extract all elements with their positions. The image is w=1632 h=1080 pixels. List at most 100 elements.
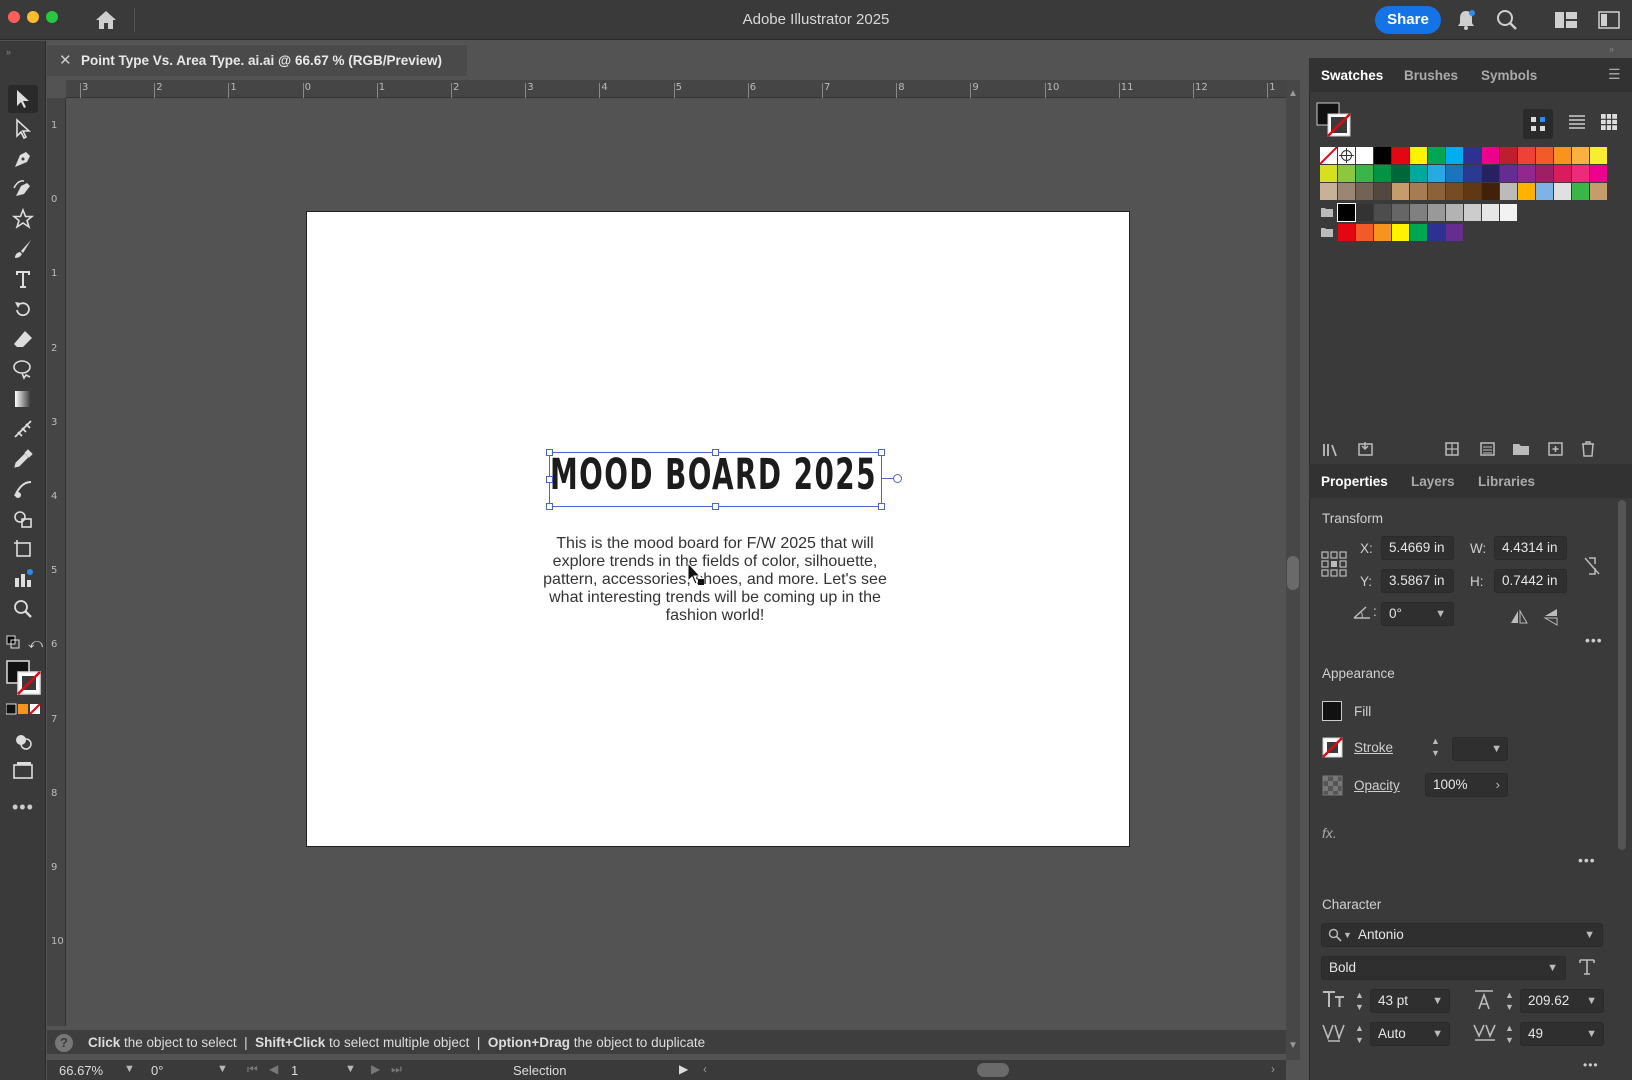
- prev-artboard-icon[interactable]: ◀: [269, 1062, 278, 1076]
- scroll-right-icon[interactable]: ›: [1271, 1062, 1275, 1076]
- swatch-kinds-icon[interactable]: [1523, 109, 1553, 139]
- eraser-tool-icon[interactable]: [8, 325, 38, 353]
- swatch-folder-icon[interactable]: [1320, 226, 1334, 241]
- point-type-handle[interactable]: [893, 474, 902, 483]
- resize-handle[interactable]: [878, 503, 885, 510]
- leading-field[interactable]: 209.62 ▼: [1520, 989, 1604, 1013]
- color-swatch[interactable]: [1446, 165, 1463, 182]
- tracking-field[interactable]: 49 ▼: [1520, 1022, 1604, 1046]
- flip-horizontal-icon[interactable]: [1510, 609, 1528, 628]
- pen-tool-icon[interactable]: [8, 145, 38, 173]
- selection-tool-icon[interactable]: [8, 85, 38, 113]
- color-swatch[interactable]: [1320, 165, 1337, 182]
- font-style-field[interactable]: Bold ▼: [1321, 956, 1566, 980]
- gradient-tool-icon[interactable]: [8, 385, 38, 413]
- color-swatch[interactable]: [1337, 203, 1356, 222]
- more-options-icon[interactable]: •••: [1585, 632, 1603, 648]
- resize-handle[interactable]: [546, 503, 553, 510]
- font-size-stepper[interactable]: ▲ ▼: [1355, 989, 1364, 1013]
- new-color-group-folder-icon[interactable]: [1512, 441, 1530, 460]
- body-text[interactable]: This is the mood board for F/W 2025 that…: [534, 535, 896, 625]
- height-field[interactable]: 0.7442 in: [1494, 569, 1567, 593]
- color-swatch[interactable]: [1482, 183, 1499, 200]
- reference-point-icon[interactable]: [1321, 551, 1347, 580]
- color-swatch[interactable]: [1482, 204, 1499, 221]
- type-tool-icon[interactable]: [8, 265, 38, 293]
- curvature-tool-icon[interactable]: [8, 175, 38, 203]
- color-swatch[interactable]: [1446, 204, 1463, 221]
- search-icon[interactable]: [1496, 9, 1518, 34]
- color-mode-icons[interactable]: [5, 703, 42, 718]
- color-swatch[interactable]: [1428, 204, 1445, 221]
- kerning-stepper[interactable]: ▲ ▼: [1355, 1022, 1364, 1046]
- color-swatch[interactable]: [1338, 165, 1355, 182]
- color-swatch[interactable]: [1356, 224, 1373, 241]
- vertical-ruler[interactable]: 1 0 1 2 3 4 5 6 7 8 9 10: [47, 98, 66, 1026]
- collapse-panel-icon[interactable]: »: [1609, 44, 1614, 54]
- width-field[interactable]: 4.4314 in: [1494, 536, 1567, 560]
- tab-layers[interactable]: Layers: [1411, 474, 1455, 489]
- leading-stepper[interactable]: ▲ ▼: [1505, 989, 1514, 1013]
- list-view-icon[interactable]: [1568, 113, 1586, 134]
- close-document-icon[interactable]: ✕: [59, 51, 72, 69]
- color-swatch[interactable]: [1536, 147, 1553, 164]
- tab-swatches[interactable]: Swatches: [1321, 68, 1383, 83]
- more-options-icon[interactable]: •••: [1578, 852, 1596, 868]
- y-field[interactable]: 3.5867 in: [1381, 569, 1454, 593]
- color-swatch[interactable]: [1356, 165, 1373, 182]
- color-swatch[interactable]: [1482, 147, 1499, 164]
- color-swatch[interactable]: [1392, 224, 1409, 241]
- color-swatch[interactable]: [1392, 165, 1409, 182]
- chevron-down-icon[interactable]: ▼: [124, 1063, 135, 1075]
- opacity-field[interactable]: 100% ›: [1425, 773, 1508, 797]
- color-swatch[interactable]: [1428, 224, 1445, 241]
- color-swatch[interactable]: [1482, 165, 1499, 182]
- color-swatch[interactable]: [1338, 224, 1355, 241]
- color-swatch[interactable]: [1410, 204, 1427, 221]
- touch-type-icon[interactable]: [1578, 957, 1598, 980]
- color-swatch[interactable]: [1338, 183, 1355, 200]
- color-swatch[interactable]: [1320, 183, 1337, 200]
- document-tab[interactable]: ✕ Point Type Vs. Area Type. ai.ai @ 66.6…: [47, 44, 467, 76]
- fill-swatch[interactable]: [1322, 701, 1342, 721]
- color-swatch[interactable]: [1319, 146, 1338, 165]
- eyedropper-tool-icon[interactable]: [8, 445, 38, 473]
- color-swatch[interactable]: [1590, 147, 1607, 164]
- tab-properties[interactable]: Properties: [1321, 474, 1388, 489]
- swatch-libraries-icon[interactable]: [1322, 442, 1340, 461]
- font-size-field[interactable]: 43 pt ▼: [1370, 989, 1450, 1013]
- color-swatch[interactable]: [1392, 147, 1409, 164]
- fill-stroke-indicator[interactable]: [6, 660, 42, 699]
- horizontal-scroll-thumb[interactable]: [977, 1063, 1009, 1077]
- color-swatch[interactable]: [1374, 165, 1391, 182]
- color-swatch[interactable]: [1428, 147, 1445, 164]
- draw-mode-icon[interactable]: [8, 727, 38, 755]
- color-swatch[interactable]: [1554, 147, 1571, 164]
- x-field[interactable]: 5.4669 in: [1381, 536, 1454, 560]
- color-swatch[interactable]: [1428, 183, 1445, 200]
- status-menu-icon[interactable]: ▶: [679, 1062, 688, 1076]
- swatch-folder-icon[interactable]: [1320, 206, 1334, 221]
- angle-field[interactable]: 0° ▼: [1381, 602, 1454, 626]
- color-group-icon[interactable]: [1479, 441, 1497, 460]
- lasso-tool-icon[interactable]: [8, 355, 38, 383]
- graph-tool-icon[interactable]: [8, 565, 38, 593]
- color-swatch[interactable]: [1356, 204, 1373, 221]
- swatch-fill-stroke-icon[interactable]: [1316, 102, 1356, 141]
- color-swatch[interactable]: [1464, 165, 1481, 182]
- screen-mode-icon[interactable]: [8, 757, 38, 785]
- resize-handle[interactable]: [546, 476, 553, 483]
- rotate-tool-icon[interactable]: [8, 295, 38, 323]
- color-swatch[interactable]: [1554, 183, 1571, 200]
- color-swatch[interactable]: [1518, 147, 1535, 164]
- resize-handle[interactable]: [546, 449, 553, 456]
- place-swatch-icon[interactable]: [1357, 441, 1375, 460]
- workspace-switcher-icon[interactable]: [1554, 11, 1578, 32]
- share-button[interactable]: Share: [1375, 6, 1441, 34]
- color-swatch[interactable]: [1356, 183, 1373, 200]
- swap-fill-stroke-icon[interactable]: ⤺: [28, 635, 43, 652]
- color-swatch[interactable]: [1464, 204, 1481, 221]
- color-swatch[interactable]: [1446, 147, 1463, 164]
- color-swatch[interactable]: [1500, 183, 1517, 200]
- blend-tool-icon[interactable]: [8, 475, 38, 503]
